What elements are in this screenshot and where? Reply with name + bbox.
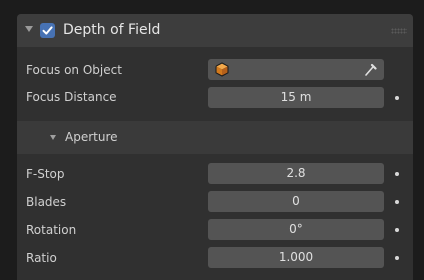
checkmark-icon <box>42 26 53 35</box>
focus-object-field[interactable] <box>208 59 384 80</box>
depth-of-field-checkbox[interactable] <box>40 23 55 38</box>
panel-header[interactable]: Depth of Field <box>17 14 413 47</box>
chevron-down-icon[interactable] <box>25 26 33 32</box>
keyframe-dot-icon[interactable] <box>395 256 399 260</box>
panel-title: Depth of Field <box>63 22 161 38</box>
focus-distance-field[interactable]: 15 m <box>208 87 384 108</box>
blades-label: Blades <box>26 195 67 209</box>
eyedropper-icon[interactable] <box>363 62 377 77</box>
keyframe-dot-icon[interactable] <box>395 200 399 204</box>
properties-editor: Depth of Field Focus on Object Focus Dis… <box>0 0 424 280</box>
focus-object-label: Focus on Object <box>26 63 122 77</box>
fstop-field[interactable]: 2.8 <box>208 163 384 184</box>
fstop-label: F-Stop <box>26 167 65 181</box>
keyframe-dot-icon[interactable] <box>395 172 399 176</box>
aperture-title: Aperture <box>65 130 118 144</box>
chevron-down-icon[interactable] <box>50 135 56 140</box>
object-cube-icon <box>215 62 229 77</box>
rotation-label: Rotation <box>26 223 77 237</box>
drag-handle-icon[interactable] <box>391 28 407 34</box>
keyframe-dot-icon[interactable] <box>395 96 399 100</box>
ratio-field[interactable]: 1.000 <box>208 247 384 268</box>
aperture-subpanel-header[interactable]: Aperture <box>17 121 413 154</box>
rotation-field[interactable]: 0° <box>208 219 384 240</box>
depth-of-field-panel: Depth of Field Focus on Object Focus Dis… <box>17 14 413 280</box>
ratio-label: Ratio <box>26 251 57 265</box>
focus-distance-label: Focus Distance <box>26 90 117 104</box>
keyframe-dot-icon[interactable] <box>395 228 399 232</box>
blades-field[interactable]: 0 <box>208 191 384 212</box>
